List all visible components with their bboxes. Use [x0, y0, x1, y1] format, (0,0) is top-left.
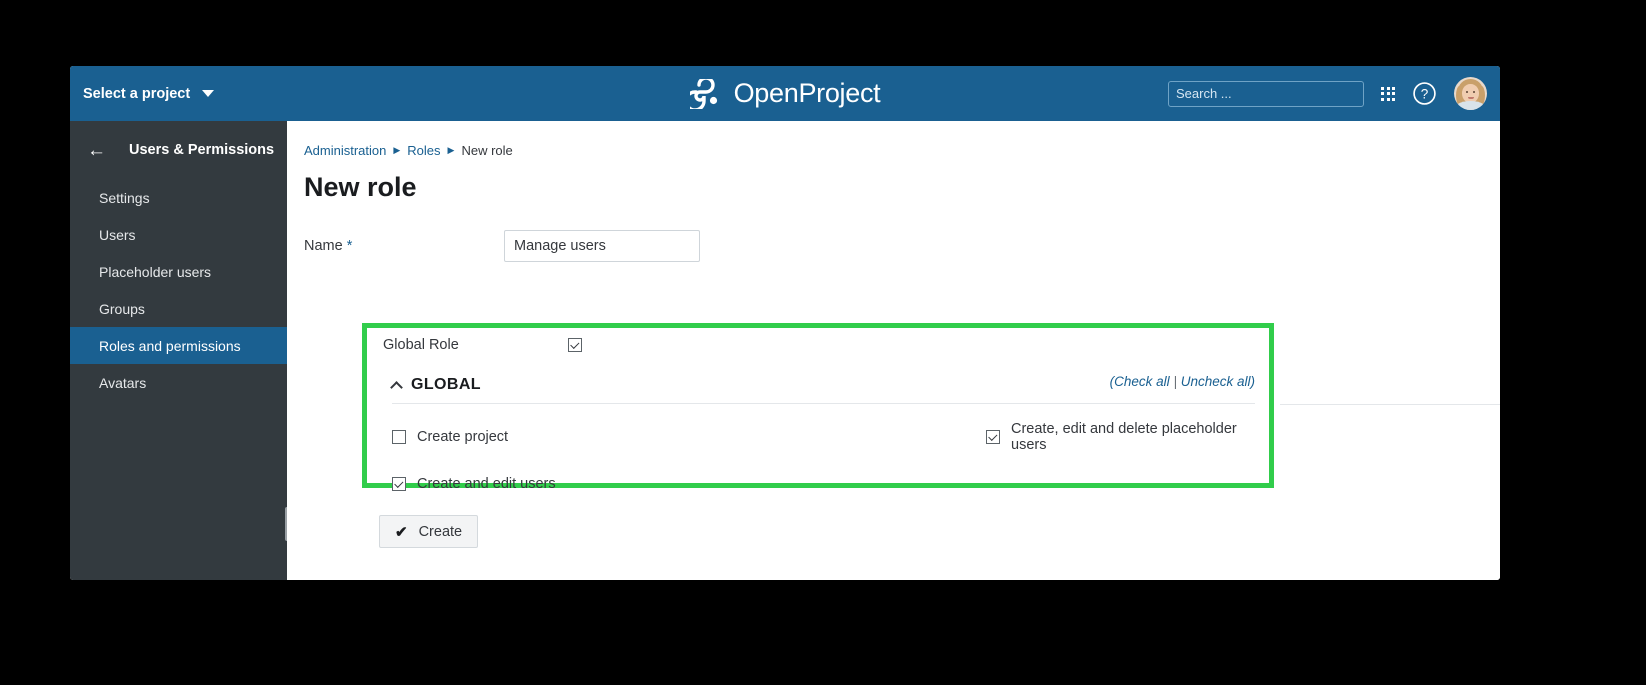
arrow-left-icon[interactable]: ← — [87, 141, 106, 160]
permission-label: Create, edit and delete placeholder user… — [1011, 421, 1237, 453]
global-section-title: GLOBAL — [411, 376, 481, 393]
breadcrumb: Administration ▶ Roles ▶ New role — [304, 143, 1500, 158]
check-all-suffix: ) — [1250, 374, 1256, 389]
permission-create-project[interactable]: Create project — [392, 421, 986, 453]
sidebar-item-placeholder-users[interactable]: Placeholder users — [70, 253, 287, 290]
permission-checkbox[interactable] — [392, 430, 406, 444]
search-box[interactable] — [1168, 80, 1364, 107]
sidebar-item-users[interactable]: Users — [70, 216, 287, 253]
check-all-divider: | — [1173, 374, 1177, 389]
create-button[interactable]: ✔ Create — [379, 515, 479, 548]
permissions-highlight-panel: Global Role GLOBAL (Check all | Uncheck … — [362, 323, 1274, 492]
permission-create-edit-delete-placeholder-users[interactable]: Create, edit and delete placeholder user… — [986, 421, 1269, 453]
sidebar-item-label: Placeholder users — [99, 263, 212, 280]
breadcrumb-administration[interactable]: Administration — [304, 143, 386, 158]
avatar-eye-left — [1466, 91, 1468, 93]
avatar[interactable] — [1454, 77, 1487, 110]
logo-text: OpenProject — [733, 78, 881, 108]
svg-text:?: ? — [1421, 87, 1429, 102]
screenshot-stage: Select a project OpenProject Search ... … — [0, 0, 1646, 685]
sidebar-item-label: Users — [99, 226, 136, 243]
sidebar-header[interactable]: ← Users & Permissions — [70, 121, 287, 179]
uncheck-all-link[interactable]: Uncheck all — [1181, 374, 1251, 389]
sidebar-item-label: Groups — [99, 300, 145, 317]
browser-window: Select a project OpenProject Search ... … — [70, 66, 1500, 580]
sidebar-item-avatars[interactable]: Avatars — [70, 364, 287, 401]
check-all-links: (Check all | Uncheck all) — [1110, 374, 1255, 389]
breadcrumb-separator-icon: ▶ — [393, 145, 401, 155]
breadcrumb-separator-icon: ▶ — [447, 145, 455, 155]
project-select-label: Select a project — [83, 85, 191, 102]
chevron-down-icon — [202, 90, 215, 97]
checkmark-icon: ✔ — [395, 523, 408, 541]
page-title: New role — [304, 172, 417, 202]
help-circle-icon: ? — [1413, 82, 1436, 105]
apps-grid-icon — [1381, 86, 1395, 101]
permissions-grid: Create project Create, edit and delete p… — [392, 404, 1269, 492]
sidebar-title: Users & Permissions — [129, 142, 275, 158]
apps-grid-button[interactable] — [1381, 86, 1395, 101]
sidebar-item-settings[interactable]: Settings — [70, 179, 287, 216]
create-button-label: Create — [418, 523, 463, 540]
name-input[interactable] — [504, 230, 700, 262]
sidebar-item-label: Avatars — [99, 374, 147, 391]
breadcrumb-roles[interactable]: Roles — [407, 143, 440, 158]
global-role-checkbox[interactable] — [568, 338, 582, 352]
avatar-eye-right — [1473, 91, 1475, 93]
permissions-panel-inner: Global Role GLOBAL (Check all | Uncheck … — [367, 328, 1269, 492]
openproject-logo-icon — [689, 78, 717, 109]
check-all-link[interactable]: Check all — [1114, 374, 1170, 389]
sidebar-item-label: Settings — [99, 189, 150, 206]
permission-label: Create and edit users — [417, 476, 556, 492]
sidebar-item-groups[interactable]: Groups — [70, 290, 287, 327]
permission-checkbox[interactable] — [392, 477, 406, 491]
name-label-text: Name — [304, 238, 343, 254]
main-content: Administration ▶ Roles ▶ New role New ro… — [287, 121, 1500, 580]
project-select-button[interactable]: Select a project — [70, 85, 215, 102]
required-marker: * — [346, 238, 353, 254]
sidebar-item-label: Roles and permissions — [99, 337, 241, 354]
avatar-body — [1456, 101, 1485, 110]
chevron-up-icon[interactable] — [390, 380, 403, 394]
permission-label: Create project — [417, 429, 509, 445]
permission-create-and-edit-users[interactable]: Create and edit users — [392, 476, 986, 492]
global-role-row: Global Role — [383, 337, 1269, 353]
name-field-row: Name * — [304, 230, 1500, 262]
help-button[interactable]: ? — [1412, 81, 1437, 106]
sidebar-item-roles-and-permissions[interactable]: Roles and permissions — [70, 327, 287, 364]
section-divider-right — [1280, 404, 1500, 405]
openproject-logo[interactable]: OpenProject — [689, 78, 881, 109]
global-role-label: Global Role — [383, 337, 459, 353]
permission-checkbox[interactable] — [986, 430, 1000, 444]
sidebar: ← Users & Permissions Settings Users Pla… — [70, 121, 290, 580]
search-input[interactable] — [1176, 86, 1352, 101]
name-field-label: Name * — [304, 238, 504, 254]
top-header-bar: Select a project OpenProject Search ... … — [70, 66, 1500, 121]
breadcrumb-current: New role — [461, 143, 513, 158]
header-actions: ? — [1168, 66, 1500, 121]
